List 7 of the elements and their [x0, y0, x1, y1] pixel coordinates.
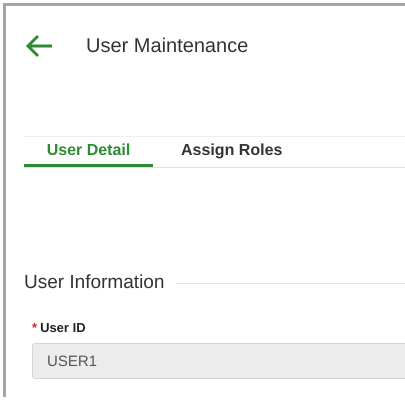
tab[interactable]: Assign Roles — [153, 137, 282, 167]
back-arrow-icon[interactable] — [24, 34, 54, 58]
field-label: User ID — [40, 320, 86, 335]
page-title: User Maintenance — [86, 34, 248, 58]
section-title: User Information — [24, 272, 164, 294]
required-mark: * — [32, 320, 38, 335]
tab[interactable]: User Detail — [24, 137, 153, 167]
